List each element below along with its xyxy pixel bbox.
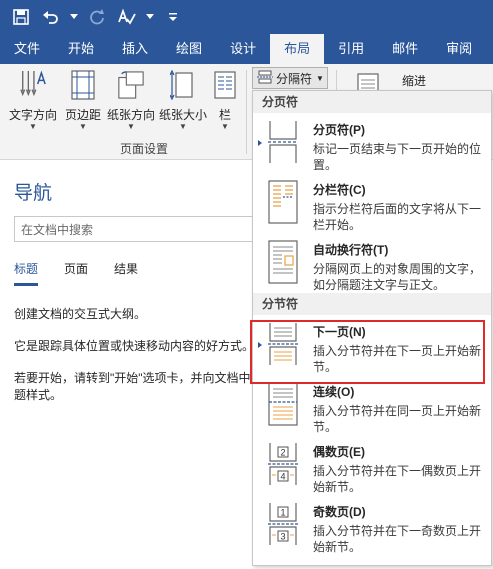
undo-dropdown-icon[interactable] [68,4,80,30]
nav-help-text: 它是跟踪具体位置或快速移动内容的好方式。 [14,339,255,353]
breaks-label: 分隔符 [276,71,313,86]
orientation-label: 纸张方向 [106,108,155,122]
chevron-down-icon: ▼ [179,122,187,131]
quick-access-toolbar [0,0,493,34]
svg-text:4: 4 [280,472,285,482]
orientation-icon [117,68,145,102]
tab-review[interactable]: 审阅 [432,34,486,64]
spelling-dropdown-icon[interactable] [144,4,156,30]
tab-pages[interactable]: 页面 [64,260,88,286]
selection-marker-icon [258,140,262,146]
tab-results[interactable]: 结果 [114,260,138,286]
text-wrapping-icon [253,233,313,293]
tab-file[interactable]: 文件 [0,34,54,64]
tab-insert[interactable]: 插入 [108,34,162,64]
tab-view[interactable]: 视 [486,34,493,64]
tab-home[interactable]: 开始 [54,34,108,64]
search-input[interactable]: 在文档中搜索 [14,216,264,242]
even-page-icon: 24 [253,435,313,495]
save-icon[interactable] [8,4,34,30]
indent-label: 缩进 [402,74,427,88]
menu-item-column-break[interactable]: 分栏符(C) 指示分栏符后面的文字将从下一栏开始。 [253,173,491,233]
spelling-icon[interactable] [114,4,140,30]
text-direction-icon [19,68,47,102]
margins-label: 页边距 [64,108,101,122]
menu-item-page-break[interactable]: 分页符(P) 标记一页结束与下一页开始的位置。 [253,113,491,173]
breaks-icon [257,70,273,87]
customize-toolbar-icon[interactable] [160,4,186,30]
nav-title: 导航 [14,183,53,204]
columns-button[interactable]: 栏 ▼ [208,68,242,138]
redo-icon[interactable] [84,4,110,30]
tab-design[interactable]: 设计 [216,34,270,64]
menu-item-desc: 插入分节符并在下一奇数页上开始新节。 [313,524,482,554]
tab-references[interactable]: 引用 [324,34,378,64]
nav-help-text: 创建文档的交互式大纲。 [14,307,147,321]
svg-text:2: 2 [280,448,285,458]
chevron-down-icon: ▼ [79,122,87,131]
text-direction-button[interactable]: 文字方向 ▼ [8,68,58,138]
menu-item-desc: 插入分节符并在下一偶数页上开始新节。 [313,464,482,494]
column-break-icon [253,173,313,233]
columns-icon [211,68,239,102]
menu-item-desc: 分隔网页上的对象周围的文字，如分隔题注文字与正文。 [313,262,482,292]
svg-text:3: 3 [280,532,285,542]
svg-text:1: 1 [280,508,285,518]
columns-label: 栏 [218,108,231,122]
undo-icon[interactable] [38,4,64,30]
menu-item-title: 分栏符(C) [313,183,366,197]
menu-item-odd-page[interactable]: 13 奇数页(D) 插入分节符并在下一奇数页上开始新节。 [253,495,491,555]
chevron-down-icon: ▼ [221,122,229,131]
section-header-page-breaks: 分页符 [253,91,491,113]
section-header-section-breaks: 分节符 [253,293,491,315]
menu-item-desc: 插入分节符并在同一页上开始新节。 [313,404,482,434]
menu-item-title: 连续(O) [313,385,355,399]
odd-page-icon: 13 [253,495,313,555]
margins-icon [69,68,97,102]
menu-item-title: 偶数页(E) [313,445,365,459]
menu-item-continuous[interactable]: 连续(O) 插入分节符并在同一页上开始新节。 [253,375,491,435]
ribbon-tabs: 文件 开始 插入 绘图 设计 布局 引用 邮件 审阅 视 [0,34,493,64]
tab-mailings[interactable]: 邮件 [378,34,432,64]
menu-item-desc: 指示分栏符后面的文字将从下一栏开始。 [313,202,482,232]
page-break-icon [253,113,313,173]
menu-item-even-page[interactable]: 24 偶数页(E) 插入分节符并在下一偶数页上开始新节。 [253,435,491,495]
chevron-down-icon: ▼ [127,122,135,131]
continuous-icon [253,375,313,435]
menu-item-title: 自动换行符(T) [313,243,389,257]
margins-button[interactable]: 页边距 ▼ [58,68,108,138]
group-label-page-setup: 页面设置 [120,142,169,156]
tab-draw[interactable]: 绘图 [162,34,216,64]
size-label: 纸张大小 [158,108,207,122]
chevron-down-icon: ▼ [316,73,324,83]
menu-item-desc: 标记一页结束与下一页开始的位置。 [313,142,482,172]
chevron-down-icon: ▼ [29,122,37,131]
size-button[interactable]: 纸张大小 ▼ [158,68,208,138]
tab-headings[interactable]: 标题 [14,260,39,286]
ribbon-separator [246,70,247,154]
menu-item-title: 奇数页(D) [313,505,366,519]
menu-item-title: 分页符(P) [313,123,365,137]
nav-tabs: 标题 页面 结果 [14,260,164,286]
menu-item-text-wrapping[interactable]: 自动换行符(T) 分隔网页上的对象周围的文字，如分隔题注文字与正文。 [253,233,491,293]
highlight-box [250,320,485,384]
size-icon [169,68,197,102]
breaks-button[interactable]: 分隔符 ▼ [252,67,328,89]
text-direction-label: 文字方向 [8,108,57,122]
orientation-button[interactable]: 纸张方向 ▼ [106,68,156,138]
nav-help-text: 若要开始，请转到"开始"选项卡，并向文档中题样式。 [14,371,251,402]
tab-layout[interactable]: 布局 [270,34,325,64]
